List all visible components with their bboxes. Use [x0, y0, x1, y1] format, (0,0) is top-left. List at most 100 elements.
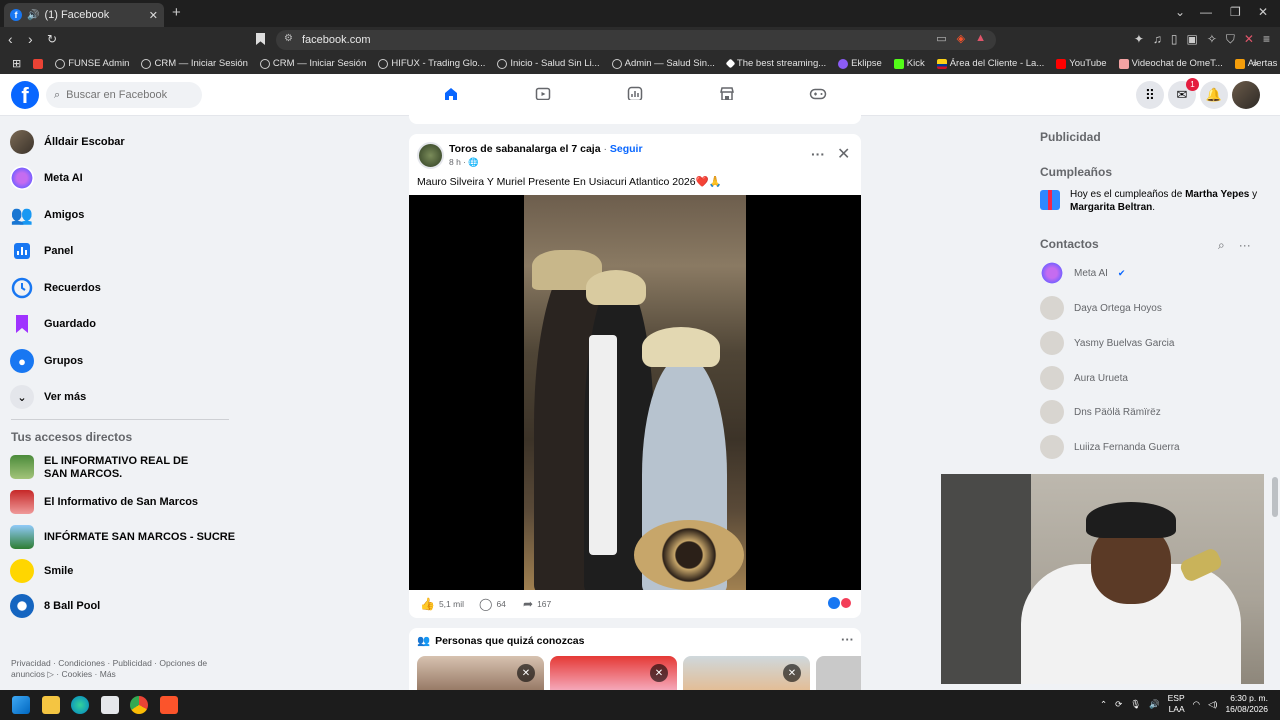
pymk-options-icon[interactable]: ··· [841, 632, 854, 647]
microphone-icon[interactable]: 🎙 [1130, 699, 1141, 710]
like-reaction-icon[interactable] [828, 597, 840, 609]
sidebar-item-memories[interactable]: Recuerdos [10, 276, 101, 300]
facebook-logo-icon[interactable]: f [11, 81, 39, 109]
post-video[interactable] [409, 195, 861, 590]
bookmark-item[interactable]: Inicio - Salud Sin Li... [493, 58, 603, 69]
store-icon[interactable] [101, 696, 119, 714]
page-scrollbar[interactable] [1270, 116, 1280, 690]
brave-rewards-icon[interactable]: ▲ [975, 32, 986, 45]
new-tab-button[interactable]: + [172, 4, 181, 21]
wallet-icon[interactable]: ▣ [1187, 32, 1198, 47]
forward-icon[interactable]: › [28, 31, 33, 47]
restore-icon[interactable]: ❐ [1230, 5, 1241, 19]
post-time[interactable]: 8 h · 🌐 [449, 157, 479, 168]
bookmark-item[interactable]: FUNSE Admin [51, 58, 133, 69]
shortcut-item[interactable]: El Informativo de San Marcos [10, 490, 198, 514]
site-info-icon[interactable]: ⚙ [284, 33, 293, 44]
birthday-notice[interactable]: Hoy es el cumpleaños de Martha Yepes y M… [1040, 188, 1265, 214]
shortcut-item[interactable]: EL INFORMATIVO REAL DE SAN MARCOS. [10, 455, 204, 481]
notifications-button[interactable]: 🔔 [1200, 81, 1228, 109]
shortcut-item[interactable]: 8 Ball Pool [10, 594, 100, 618]
volume-icon[interactable]: 🔊 [1149, 699, 1160, 710]
menu-grid-button[interactable]: ⠿ [1136, 81, 1164, 109]
close-icon[interactable]: ✕ [517, 664, 535, 682]
shortcut-item[interactable]: INFÓRMATE SAN MARCOS - SUCRE [10, 525, 235, 549]
search-bar[interactable]: ⌕ [46, 82, 202, 108]
close-window-icon[interactable]: ✕ [1258, 5, 1268, 19]
sidebar-item-dashboard[interactable]: Panel [10, 239, 73, 263]
like-button[interactable]: 👍 5,1 mil [420, 597, 464, 611]
bookmark-item[interactable]: Área del Cliente - La... [933, 58, 1049, 69]
extension-red-icon[interactable]: ✕ [1244, 32, 1254, 47]
sidebar-item-saved[interactable]: Guardado [10, 312, 96, 336]
extension-puzzle-icon[interactable]: ✦ [1134, 32, 1144, 47]
close-icon[interactable]: ✕ [650, 664, 668, 682]
comment-button[interactable]: ◯ 64 [479, 597, 506, 611]
bookmark-item[interactable]: HIFUX - Trading Glo... [374, 58, 489, 69]
search-icon[interactable]: ⌕ [1218, 238, 1225, 253]
post-author-name[interactable]: Toros de sabanalarga el 7 caja [449, 143, 601, 155]
bookmark-page-icon[interactable] [256, 33, 265, 45]
brave-icon[interactable] [160, 696, 178, 714]
vpn-icon[interactable]: ⛉ [1226, 32, 1235, 47]
pymk-card[interactable]: ✕ [550, 656, 677, 690]
sidebar-item-groups[interactable]: ● Grupos [10, 349, 83, 373]
close-tab-icon[interactable]: ✕ [149, 9, 158, 22]
windows-start-icon[interactable] [12, 696, 30, 714]
footer-links[interactable]: Privacidad · Condiciones · Publicidad · … [11, 658, 226, 680]
address-bar[interactable]: ⚙ facebook.com ▭ ◈ ▲ [276, 30, 996, 50]
browser-tab[interactable]: f 🔊 (1) Facebook ✕ [4, 3, 164, 27]
shortcut-item[interactable]: Smile [10, 559, 73, 583]
pymk-card[interactable]: ✕ [683, 656, 810, 690]
bookmark-item[interactable]: The best streaming... [723, 58, 830, 69]
contact-item[interactable]: Dns Päölä Rämïrëz [1040, 400, 1161, 424]
pymk-card[interactable]: ✕ [417, 656, 544, 690]
close-icon[interactable]: ✕ [783, 664, 801, 682]
follow-button[interactable]: Seguir [610, 143, 643, 155]
sidebar-item-friends[interactable]: 👥 Amigos [10, 203, 85, 227]
bookmark-item[interactable]: Admin — Salud Sin... [608, 58, 719, 69]
bookmark-item[interactable]: YouTube [1052, 58, 1110, 69]
back-icon[interactable]: ‹ [8, 31, 13, 47]
language-indicator[interactable]: ESP LAA [1168, 693, 1185, 715]
sidebar-item-profile[interactable]: Álldair Escobar [10, 130, 125, 154]
leo-icon[interactable]: ✧ [1207, 32, 1217, 47]
bookmark-item[interactable]: CRM — Iniciar Sesión [137, 58, 251, 69]
wifi-icon[interactable]: ◠ [1193, 699, 1200, 710]
bookmark-gmail[interactable] [29, 58, 47, 69]
speaker-icon[interactable]: ◁) [1208, 699, 1217, 710]
hide-post-icon[interactable]: ✕ [837, 144, 850, 164]
post-author-avatar[interactable] [417, 142, 444, 169]
see-more-button[interactable]: ⌄ Ver más [10, 385, 86, 409]
love-reaction-icon[interactable] [840, 597, 852, 609]
pymk-card[interactable] [816, 656, 861, 690]
bookmark-item[interactable]: Videochat de OmeT... [1115, 58, 1227, 69]
sidebar-item-meta-ai[interactable]: Meta AI [10, 166, 83, 190]
bookmark-item[interactable]: Eklipse [834, 58, 886, 69]
bookmark-item[interactable]: CRM — Iniciar Sesión [256, 58, 370, 69]
profile-avatar[interactable] [1232, 81, 1260, 109]
cast-icon[interactable]: ▭ [936, 32, 946, 45]
scrollbar-thumb[interactable] [1272, 477, 1278, 517]
tab-search-icon[interactable]: ⌄ [1175, 5, 1185, 19]
minimize-icon[interactable]: — [1200, 5, 1212, 19]
chevron-up-icon[interactable]: ⌃ [1100, 699, 1107, 710]
more-options-icon[interactable]: ··· [1239, 238, 1251, 253]
bookmarks-overflow-icon[interactable]: » [1249, 58, 1262, 69]
contact-item[interactable]: Meta AI ✔ [1040, 261, 1125, 285]
contact-item[interactable]: Yasmy Buelvas Garcia [1040, 331, 1174, 355]
edge-icon[interactable] [71, 696, 89, 714]
contact-item[interactable]: Luiiza Fernanda Guerra [1040, 435, 1180, 459]
sync-icon[interactable]: ⟳ [1115, 699, 1122, 710]
sidebar-icon[interactable]: ▯ [1171, 32, 1178, 47]
brave-shield-icon[interactable]: ◈ [957, 32, 965, 45]
post-options-icon[interactable]: ··· [811, 146, 825, 162]
contact-item[interactable]: Daya Ortega Hoyos [1040, 296, 1162, 320]
chrome-icon[interactable] [130, 696, 148, 714]
contact-item[interactable]: Aura Urueta [1040, 366, 1128, 390]
file-explorer-icon[interactable] [42, 696, 60, 714]
reload-icon[interactable]: ↻ [47, 32, 57, 46]
share-button[interactable]: ➦ 167 [523, 597, 551, 611]
clock[interactable]: 6:30 p. m. 16/08/2026 [1225, 693, 1268, 715]
media-icon[interactable]: ♫ [1153, 32, 1162, 47]
